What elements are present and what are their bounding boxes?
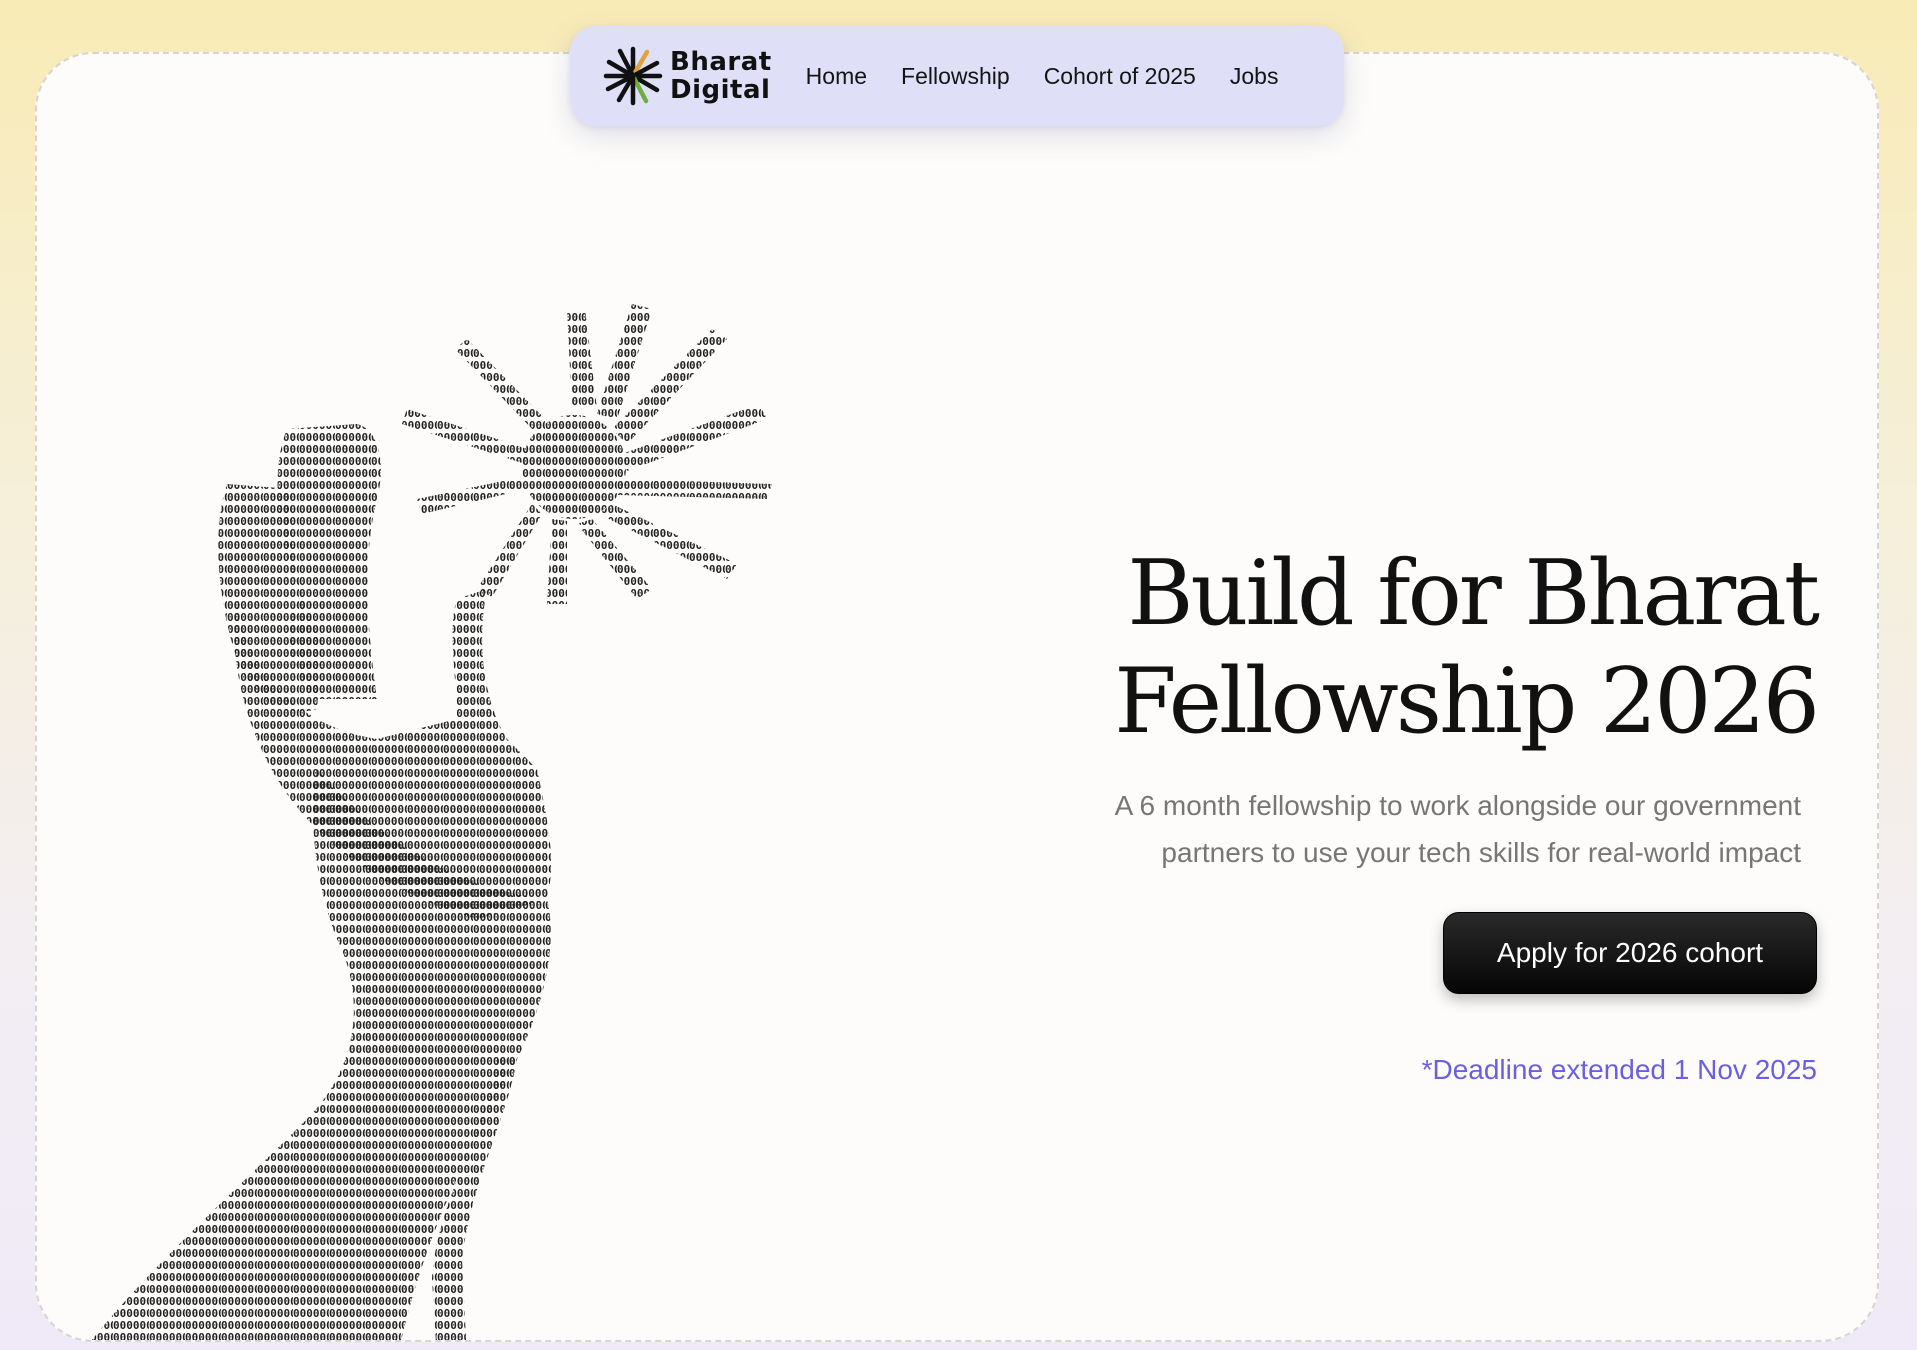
- nav-link-cohort-2025[interactable]: Cohort of 2025: [1044, 63, 1196, 90]
- hero-subtitle-line-2: partners to use your tech skills for rea…: [1161, 837, 1801, 868]
- deadline-note: *Deadline extended 1 Nov 2025: [1421, 1054, 1817, 1085]
- main-card: 000000 000000: [35, 52, 1879, 1342]
- nav-link-home[interactable]: Home: [806, 63, 867, 90]
- hero-subtitle: A 6 month fellowship to work alongside o…: [901, 782, 1801, 876]
- apply-button[interactable]: Apply for 2026 cohort: [1443, 912, 1817, 994]
- bharat-digital-logo[interactable]: Bharat Digital: [602, 45, 772, 107]
- logo-wordmark: Bharat Digital: [670, 48, 772, 104]
- top-navbar: Bharat Digital Home Fellowship Cohort of…: [570, 26, 1344, 126]
- hand-ascii-art-icon: 000000 000000: [91, 304, 772, 1340]
- nav-link-jobs[interactable]: Jobs: [1230, 63, 1279, 90]
- logo-line-2: Digital: [670, 75, 771, 105]
- logo-line-1: Bharat: [670, 47, 772, 77]
- hero-title-line-2: Fellowship 2026: [1114, 649, 1820, 754]
- hero-subtitle-line-1: A 6 month fellowship to work alongside o…: [1114, 790, 1801, 821]
- hero-title: Build for Bharat Fellowship 2026: [817, 540, 1820, 756]
- hand-ascii-art-illustration: 000000 000000: [77, 299, 907, 1340]
- nav-link-fellowship[interactable]: Fellowship: [901, 63, 1010, 90]
- sunburst-logo-icon: [603, 46, 663, 106]
- hero-title-line-1: Build for Bharat: [1127, 541, 1820, 646]
